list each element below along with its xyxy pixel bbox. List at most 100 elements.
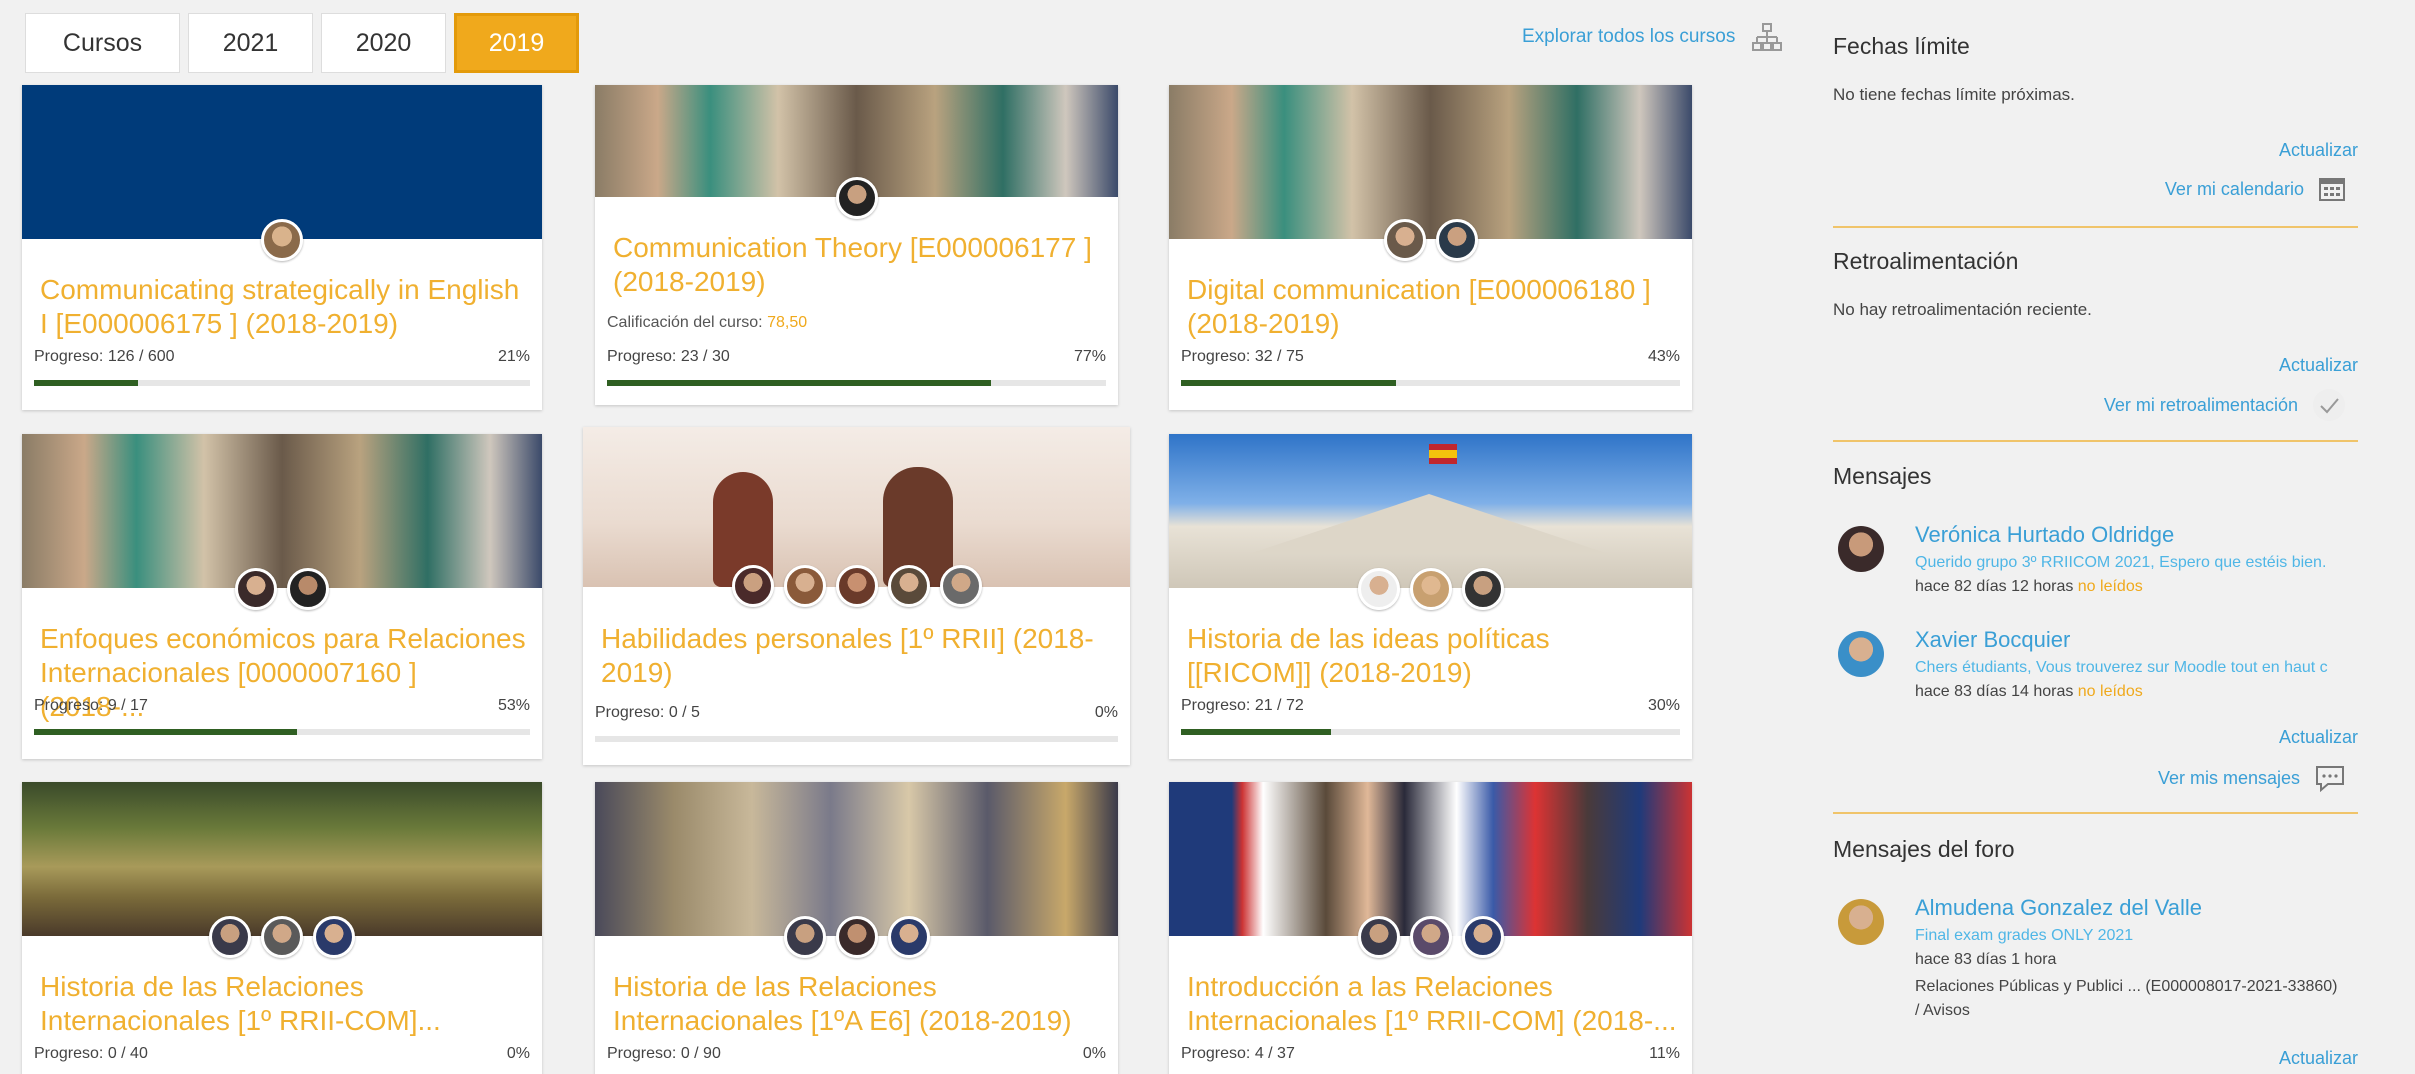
forum-author[interactable]: Almudena Gonzalez del Valle <box>1915 895 2202 921</box>
avatar[interactable] <box>887 565 930 607</box>
avatar[interactable] <box>209 916 251 958</box>
progress-row: Progreso: 0 / 90 0% <box>607 1045 1106 1063</box>
avatar[interactable] <box>1357 568 1400 610</box>
course-title[interactable]: Historia de las ideas políticas [[RICOM]… <box>1187 622 1678 690</box>
progress-percent: 0% <box>1082 1045 1106 1062</box>
tab-2020[interactable]: 2020 <box>321 13 446 73</box>
avatar[interactable] <box>1461 568 1504 610</box>
message-item[interactable]: Xavier Bocquier Chers étudiants, Vous tr… <box>1838 627 2363 717</box>
avatar[interactable] <box>1409 568 1452 610</box>
course-card[interactable]: Habilidades personales [1º RRII] (2018-2… <box>583 427 1130 765</box>
avatar[interactable] <box>1435 219 1478 261</box>
course-card[interactable]: Enfoques económicos para Relaciones Inte… <box>22 434 542 759</box>
tab-2021[interactable]: 2021 <box>188 13 313 73</box>
course-title[interactable]: Historia de las Relaciones Internacional… <box>40 970 528 1038</box>
course-card[interactable]: Historia de las Relaciones Internacional… <box>595 782 1118 1074</box>
course-banner <box>22 782 542 936</box>
message-time: hace 83 días 14 horas no leídos <box>1915 683 2143 701</box>
messages-refresh-link[interactable]: Actualizar <box>2279 727 2358 748</box>
course-card[interactable]: Communicating strategically in English I… <box>22 85 542 410</box>
avatar[interactable] <box>1409 916 1452 958</box>
teacher-avatars <box>22 568 542 610</box>
progress-text: Progreso: 0 / 40 <box>34 1045 148 1062</box>
course-title[interactable]: Digital communication [E000006180 ] (201… <box>1187 273 1678 341</box>
progress-percent: 30% <box>1647 697 1680 714</box>
progress-percent: 53% <box>497 697 530 714</box>
progress-text: Progreso: 21 / 72 <box>1181 697 1304 714</box>
progress-percent: 0% <box>506 1045 530 1062</box>
message-sender[interactable]: Xavier Bocquier <box>1915 627 2070 653</box>
view-messages-link[interactable]: Ver mis mensajes <box>2158 764 2346 792</box>
tab-2019[interactable]: 2019 <box>454 13 579 73</box>
section-divider <box>1833 226 2358 228</box>
course-card[interactable]: Communication Theory [E000006177 ] (2018… <box>595 85 1118 405</box>
progress-bar <box>34 380 530 386</box>
message-sender[interactable]: Verónica Hurtado Oldridge <box>1915 522 2174 548</box>
avatar[interactable] <box>1357 916 1400 958</box>
course-title[interactable]: Introducción a las Relaciones Internacio… <box>1187 970 1678 1038</box>
course-card[interactable]: Digital communication [E000006180 ] (201… <box>1169 85 1692 410</box>
avatar[interactable] <box>783 916 826 958</box>
feedback-refresh-link[interactable]: Actualizar <box>2279 355 2358 376</box>
avatar[interactable] <box>1461 916 1504 958</box>
avatar[interactable] <box>835 177 878 219</box>
time-text: hace 83 días 14 horas <box>1915 683 2078 700</box>
tab-cursos[interactable]: Cursos <box>25 13 180 73</box>
progress-row: Progreso: 21 / 72 30% <box>1181 697 1680 715</box>
unread-status: no leídos <box>2077 578 2143 595</box>
avatar[interactable] <box>1383 219 1426 261</box>
progress-text: Progreso: 9 / 17 <box>34 697 148 714</box>
calendar-icon <box>2319 178 2345 201</box>
avatar[interactable] <box>235 568 277 610</box>
section-divider <box>1833 440 2358 442</box>
message-time: hace 82 días 12 horas no leídos <box>1915 578 2143 596</box>
avatar[interactable] <box>731 565 774 607</box>
course-banner <box>22 85 542 239</box>
view-messages-label: Ver mis mensajes <box>2157 767 2300 788</box>
forum-refresh-link[interactable]: Actualizar <box>2279 1048 2358 1069</box>
avatar[interactable] <box>887 916 930 958</box>
view-feedback-link[interactable]: Ver mi retroalimentación <box>2104 388 2346 422</box>
course-title[interactable]: Communication Theory [E000006177 ] (2018… <box>613 231 1104 299</box>
view-calendar-link[interactable]: Ver mi calendario <box>2165 176 2346 202</box>
course-card[interactable]: Introducción a las Relaciones Internacio… <box>1169 782 1692 1074</box>
avatar[interactable] <box>261 219 303 261</box>
course-title[interactable]: Historia de las Relaciones Internacional… <box>613 970 1104 1038</box>
avatar[interactable] <box>835 565 878 607</box>
view-calendar-label: Ver mi calendario <box>2164 178 2304 199</box>
course-card[interactable]: Historia de las Relaciones Internacional… <box>22 782 542 1074</box>
grade-value: 78,50 <box>767 314 808 331</box>
forum-item[interactable]: Almudena Gonzalez del Valle Final exam g… <box>1838 895 2363 1035</box>
progress-percent: 0% <box>1094 704 1118 721</box>
course-title[interactable]: Communicating strategically in English I… <box>40 273 528 341</box>
forum-subject[interactable]: Final exam grades ONLY 2021 <box>1915 927 2355 945</box>
message-item[interactable]: Verónica Hurtado Oldridge Querido grupo … <box>1838 522 2363 612</box>
progress-row: Progreso: 32 / 75 43% <box>1181 348 1680 366</box>
avatar[interactable] <box>313 916 355 958</box>
avatar[interactable] <box>835 916 878 958</box>
view-feedback-label: Ver mi retroalimentación <box>2103 394 2298 415</box>
feedback-title: Retroalimentación <box>1833 248 2019 274</box>
avatar <box>1838 526 1884 572</box>
grade-label: Calificación del curso: <box>607 314 768 331</box>
course-title[interactable]: Habilidades personales [1º RRII] (2018-2… <box>601 622 1116 690</box>
avatar[interactable] <box>261 916 303 958</box>
avatar[interactable] <box>287 568 329 610</box>
teacher-avatars <box>595 916 1118 958</box>
deadlines-refresh-link[interactable]: Actualizar <box>2279 140 2358 161</box>
year-tabs: Cursos 2021 2020 2019 <box>25 13 579 73</box>
progress-text: Progreso: 126 / 600 <box>34 348 175 365</box>
progress-percent: 43% <box>1647 348 1680 365</box>
course-banner <box>22 434 542 588</box>
course-grade: Calificación del curso: 78,50 <box>607 314 807 332</box>
avatar[interactable] <box>783 565 826 607</box>
explore-all-courses-link[interactable]: Explorar todos los cursos <box>1522 22 1783 52</box>
avatar[interactable] <box>939 565 982 607</box>
course-card[interactable]: Historia de las ideas políticas [[RICOM]… <box>1169 434 1692 759</box>
teacher-avatars <box>595 177 1118 219</box>
teacher-avatars <box>583 565 1130 607</box>
progress-text: Progreso: 23 / 30 <box>607 348 730 365</box>
progress-fill <box>607 380 992 386</box>
progress-row: Progreso: 9 / 17 53% <box>34 697 530 715</box>
teacher-avatars <box>22 916 542 958</box>
